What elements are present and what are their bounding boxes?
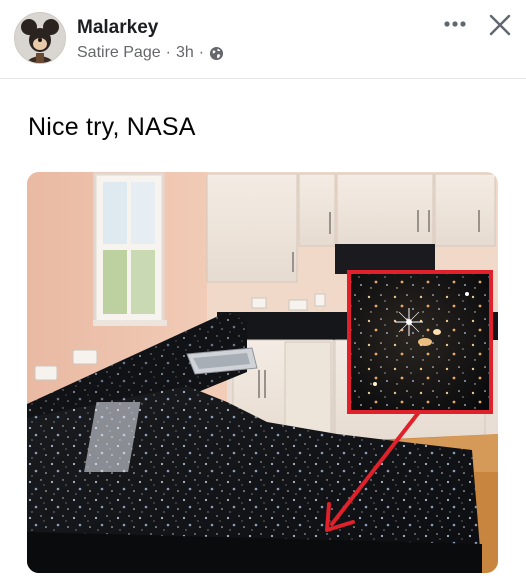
- avatar[interactable]: [14, 12, 66, 64]
- author-name[interactable]: Malarkey: [77, 17, 158, 39]
- meta-separator: ·: [198, 44, 205, 61]
- post-image[interactable]: [27, 172, 498, 573]
- mickey-avatar-icon: [15, 13, 65, 63]
- post-meta: Satire Page · 3h ·: [77, 44, 224, 62]
- post-text: Nice try, NASA: [28, 113, 196, 141]
- header-divider: [0, 78, 526, 79]
- close-button[interactable]: [483, 8, 517, 42]
- page-type-label: Satire Page: [77, 44, 161, 61]
- meta-separator: ·: [165, 44, 171, 61]
- post-time[interactable]: 3h: [176, 44, 194, 62]
- more-options-button[interactable]: [439, 10, 471, 38]
- globe-icon[interactable]: [209, 46, 224, 61]
- post-header: Malarkey Satire Page · 3h ·: [0, 0, 526, 78]
- deep-field-inset: [347, 270, 493, 414]
- granite-countertop-image: [27, 172, 498, 573]
- more-dots-icon: [444, 21, 466, 27]
- close-icon: [489, 14, 511, 36]
